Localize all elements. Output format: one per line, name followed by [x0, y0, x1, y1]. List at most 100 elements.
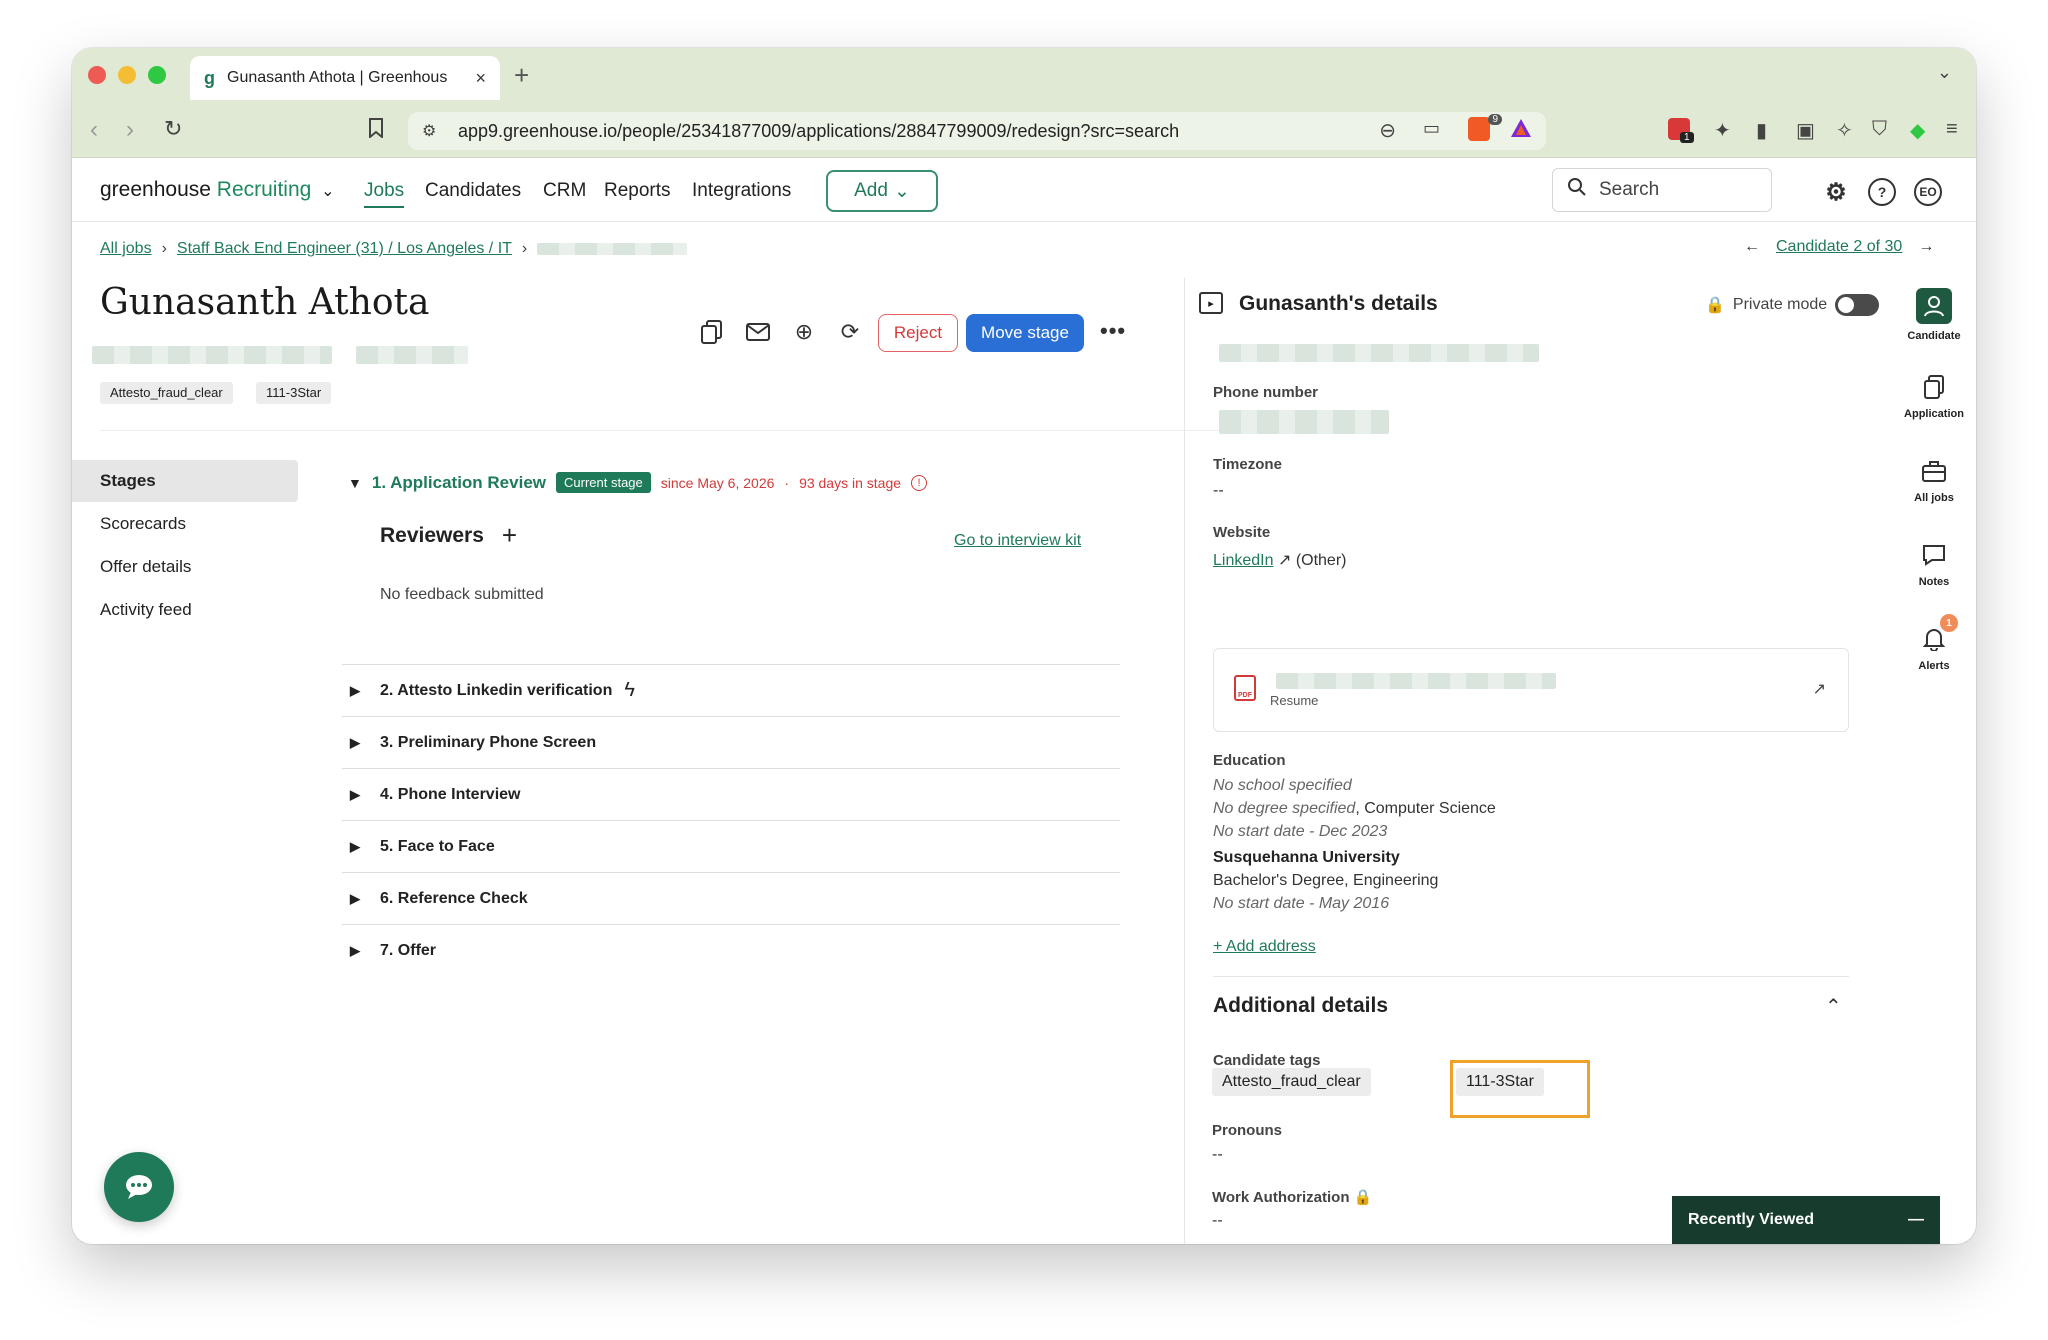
stage-row[interactable]: ▶ 7. Offer: [342, 924, 1120, 976]
extension-badge: 1: [1680, 132, 1694, 143]
browser-window: g Gunasanth Athota | Greenhous × + ⌄ ‹ ›…: [72, 48, 1976, 1244]
nav-integrations[interactable]: Integrations: [692, 180, 791, 202]
private-mode-toggle[interactable]: [1835, 294, 1880, 316]
more-options-icon[interactable]: •••: [1100, 318, 1126, 344]
nav-candidates[interactable]: Candidates: [425, 180, 521, 202]
current-stage-header[interactable]: ▼ 1. Application Review Current stage si…: [348, 472, 928, 493]
chevron-down-icon[interactable]: ⌄: [1937, 62, 1952, 83]
right-rail: Candidate Application All jobs Notes 1 A…: [1892, 288, 1976, 708]
resume-card[interactable]: PDF Resume ↗: [1213, 648, 1849, 732]
private-mode-label: Private mode: [1732, 296, 1828, 313]
address-bar[interactable]: ⚙ app9.greenhouse.io/people/25341877009/…: [408, 112, 1546, 150]
rail-alerts[interactable]: 1 Alerts: [1892, 614, 1976, 686]
sidenav-stages[interactable]: Stages: [72, 460, 298, 502]
logo-text: greenhouse: [100, 178, 211, 201]
menu-icon[interactable]: ≡: [1946, 118, 1958, 141]
greenhouse-logo[interactable]: greenhouse Recruiting ⌄: [100, 178, 335, 202]
edu-school: No school specified: [1213, 777, 1352, 794]
candidate-tags-label: Candidate tags: [1213, 1052, 1321, 1069]
candidate-tag-chip: Attesto_fraud_clear: [100, 382, 233, 404]
reject-button[interactable]: Reject: [878, 314, 958, 352]
no-feedback-text: No feedback submitted: [380, 586, 544, 603]
external-link-icon[interactable]: ↗: [1813, 679, 1826, 699]
breadcrumb-all-jobs[interactable]: All jobs: [100, 240, 152, 258]
edu-degree-text: No degree specified: [1213, 800, 1356, 817]
candidate-position[interactable]: Candidate 2 of 30: [1776, 238, 1902, 256]
chevron-up-icon[interactable]: ⌃: [1825, 994, 1842, 1019]
puzzle-icon[interactable]: ✦: [1714, 118, 1731, 143]
forward-icon[interactable]: ›: [126, 116, 134, 144]
candidate-tag: Attesto_fraud_clear: [1212, 1068, 1371, 1096]
nav-crm[interactable]: CRM: [543, 180, 586, 202]
move-stage-button[interactable]: Move stage: [966, 314, 1084, 352]
stage-row[interactable]: ▶ 4. Phone Interview: [342, 768, 1120, 820]
user-avatar[interactable]: EO: [1914, 178, 1942, 206]
add-button[interactable]: Add ⌄: [826, 170, 938, 212]
caret-right-icon: ▶: [350, 734, 360, 750]
arrow-left-icon[interactable]: ←: [1744, 238, 1760, 256]
rail-candidate[interactable]: Candidate: [1892, 288, 1976, 350]
candidate-pager: ← Candidate 2 of 30 →: [1744, 238, 1934, 256]
zoom-icon[interactable]: ⊖: [1379, 118, 1396, 143]
sidenav-activity-feed[interactable]: Activity feed: [72, 589, 298, 631]
minimize-icon[interactable]: —: [1908, 1211, 1924, 1229]
add-address-link[interactable]: + Add address: [1213, 938, 1316, 956]
add-circle-icon[interactable]: ⊕: [790, 318, 818, 346]
logo-sub-text: Recruiting: [216, 178, 312, 201]
stage-row[interactable]: ▶ 6. Reference Check: [342, 872, 1120, 924]
minimize-window-button[interactable]: [118, 66, 136, 84]
brave-shield-icon[interactable]: [1468, 117, 1490, 141]
extension-green-icon[interactable]: ◆: [1910, 118, 1925, 143]
email-icon[interactable]: [744, 318, 772, 346]
close-window-button[interactable]: [88, 66, 106, 84]
reload-icon[interactable]: ↻: [164, 116, 182, 142]
transfer-icon[interactable]: ⟳: [836, 318, 864, 346]
search-input[interactable]: Search: [1552, 168, 1772, 212]
divider: [100, 430, 1224, 431]
copy-icon[interactable]: [698, 318, 726, 346]
zoom-window-button[interactable]: [148, 66, 166, 84]
brave-rewards-icon[interactable]: [1510, 118, 1532, 143]
chat-bubble-icon[interactable]: [104, 1152, 174, 1222]
nav-jobs[interactable]: Jobs: [364, 180, 405, 208]
back-icon[interactable]: ‹: [90, 116, 98, 144]
caret-down-icon[interactable]: ▼: [348, 475, 362, 491]
rail-notes[interactable]: Notes: [1892, 540, 1976, 602]
stage-name: 5. Face to Face: [380, 837, 495, 855]
recently-viewed-bar[interactable]: Recently Viewed —: [1672, 1196, 1940, 1244]
nav-reports[interactable]: Reports: [604, 180, 671, 202]
cast-icon[interactable]: ▭: [1423, 118, 1440, 139]
bookmark-icon[interactable]: [368, 118, 384, 144]
arrow-right-icon[interactable]: →: [1918, 238, 1934, 256]
caret-right-icon: ▶: [350, 942, 360, 958]
rail-all-jobs[interactable]: All jobs: [1892, 456, 1976, 518]
sidebar-icon[interactable]: ▮: [1756, 118, 1767, 143]
add-reviewer-icon[interactable]: +: [502, 520, 517, 551]
settings-gear-icon[interactable]: ⚙: [1822, 178, 1850, 206]
stage-row[interactable]: ▶ 2. Attesto Linkedin verification ϟ: [342, 664, 1120, 716]
collapse-panel-icon[interactable]: ▸: [1199, 292, 1223, 314]
dot-separator: ·: [784, 474, 790, 491]
site-settings-icon[interactable]: ⚙: [422, 121, 436, 141]
edu-school: Susquehanna University: [1213, 849, 1400, 866]
rail-application[interactable]: Application: [1892, 372, 1976, 434]
stage-row[interactable]: ▶ 5. Face to Face: [342, 820, 1120, 872]
vpn-icon[interactable]: ⛉: [1872, 118, 1887, 141]
browser-tab[interactable]: g Gunasanth Athota | Greenhous ×: [190, 56, 500, 100]
sidenav-offer-details[interactable]: Offer details: [72, 546, 298, 588]
redacted-phone: [1219, 410, 1389, 434]
help-icon[interactable]: ?: [1868, 178, 1896, 206]
chevron-right-icon: ›: [161, 240, 167, 257]
leo-icon[interactable]: ✧: [1836, 118, 1853, 143]
interview-kit-link[interactable]: Go to interview kit: [954, 532, 1081, 550]
new-tab-icon[interactable]: +: [514, 60, 529, 91]
rail-label: Alerts: [1918, 660, 1950, 672]
sidenav-scorecards[interactable]: Scorecards: [72, 503, 298, 545]
wallet-icon[interactable]: ▣: [1796, 118, 1815, 143]
stage-row[interactable]: ▶ 3. Preliminary Phone Screen: [342, 716, 1120, 768]
greenhouse-favicon-icon: g: [204, 67, 215, 88]
close-tab-icon[interactable]: ×: [475, 68, 486, 89]
breadcrumb-job[interactable]: Staff Back End Engineer (31) / Los Angel…: [177, 240, 512, 258]
linkedin-link[interactable]: LinkedIn: [1213, 552, 1274, 569]
app-header: greenhouse Recruiting ⌄ Jobs Candidates …: [72, 158, 1976, 222]
